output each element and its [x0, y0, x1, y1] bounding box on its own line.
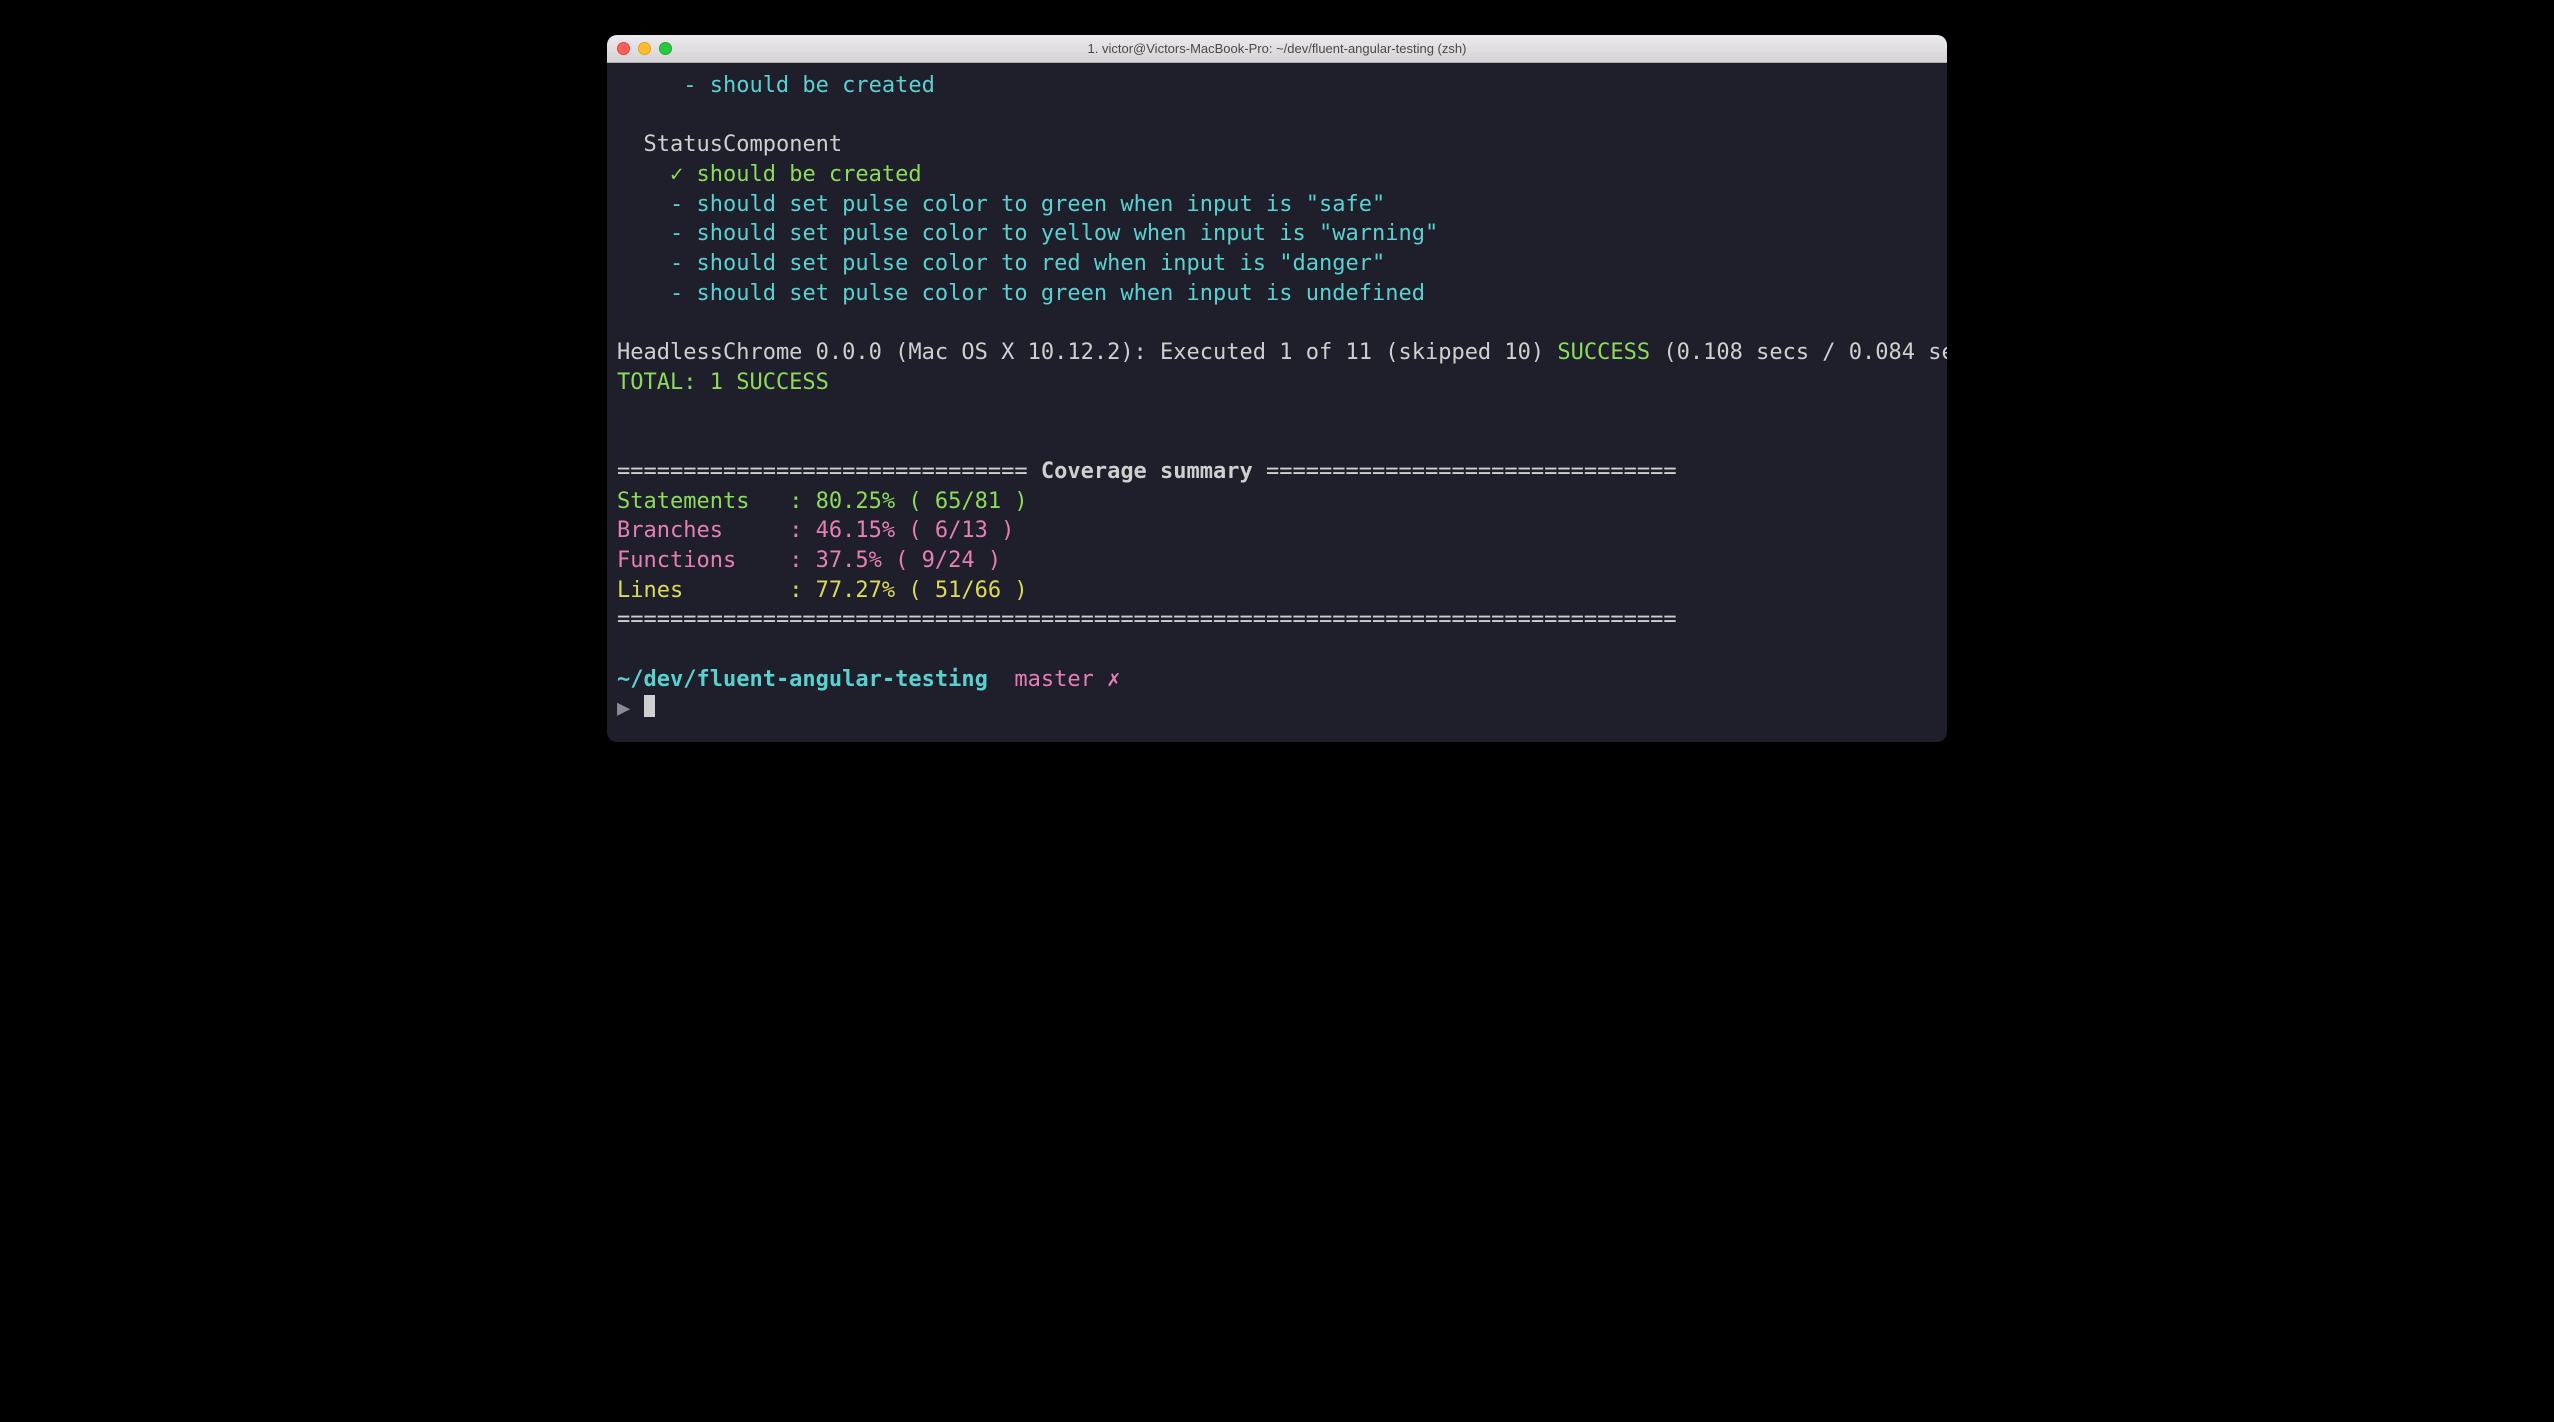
- test-mark-icon: -: [670, 221, 683, 246]
- cov-value: : 80.25% ( 65/81 ): [789, 489, 1027, 514]
- zoom-icon[interactable]: [659, 42, 672, 55]
- test-mark-icon: -: [670, 251, 683, 276]
- runner-suffix: (0.108 secs / 0.084 secs): [1650, 340, 1947, 365]
- suite-name: StatusComponent: [644, 132, 843, 157]
- cov-value: : 46.15% ( 6/13 ): [789, 518, 1014, 543]
- test-item-text: should set pulse color to green when inp…: [696, 192, 1385, 217]
- test-mark-icon: -: [670, 192, 683, 217]
- titlebar: 1. victor@Victors-MacBook-Pro: ~/dev/flu…: [607, 35, 1947, 63]
- git-dirty-icon: ✗: [1107, 667, 1120, 692]
- test-item-text: should set pulse color to yellow when in…: [696, 221, 1438, 246]
- minimize-icon[interactable]: [638, 42, 651, 55]
- prompt-branch: master: [1014, 667, 1093, 692]
- prompt-cwd: ~/dev/fluent-angular-testing: [617, 667, 988, 692]
- prompt-arrow-icon: ▶: [617, 696, 630, 721]
- cov-label: Branches: [617, 518, 789, 543]
- test-mark-icon: -: [670, 281, 683, 306]
- cov-rule-l: ===============================: [617, 459, 1041, 484]
- test-item-text: should be created: [696, 162, 921, 187]
- terminal-window: 1. victor@Victors-MacBook-Pro: ~/dev/flu…: [607, 35, 1947, 742]
- cov-label: Statements: [617, 489, 789, 514]
- runner-total: TOTAL: 1 SUCCESS: [617, 370, 829, 395]
- cov-header: Coverage summary: [1041, 459, 1253, 484]
- cov-value: : 37.5% ( 9/24 ): [789, 548, 1001, 573]
- test-item-text: should set pulse color to green when inp…: [696, 281, 1424, 306]
- test-mark-icon: ✓: [670, 162, 683, 187]
- runner-prefix: HeadlessChrome 0.0.0 (Mac OS X 10.12.2):…: [617, 340, 1557, 365]
- terminal-body[interactable]: - should be created StatusComponent ✓ sh…: [607, 63, 1947, 742]
- cov-rule-b: ========================================…: [617, 607, 1677, 632]
- runner-success: SUCCESS: [1557, 340, 1650, 365]
- test-pending-line: - should be created: [617, 73, 935, 98]
- cov-label: Functions: [617, 548, 789, 573]
- cursor-icon: [644, 695, 655, 717]
- cov-rule-r: ===============================: [1253, 459, 1677, 484]
- cov-label: Lines: [617, 578, 789, 603]
- window-title: 1. victor@Victors-MacBook-Pro: ~/dev/flu…: [607, 41, 1947, 56]
- traffic-lights: [607, 42, 672, 55]
- close-icon[interactable]: [617, 42, 630, 55]
- test-item-text: should set pulse color to red when input…: [696, 251, 1385, 276]
- cov-value: : 77.27% ( 51/66 ): [789, 578, 1027, 603]
